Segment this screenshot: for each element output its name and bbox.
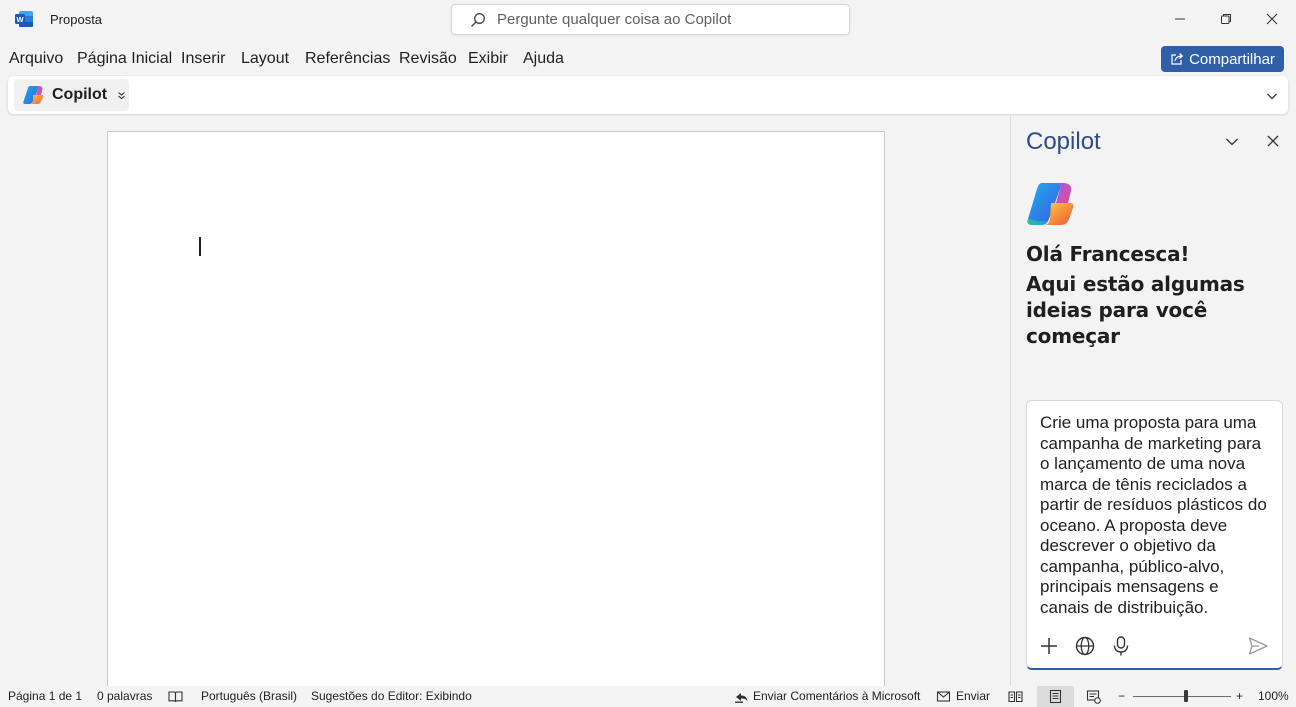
zoom-out-button[interactable]: − — [1118, 689, 1125, 703]
menu-arquivo[interactable]: Arquivo — [9, 50, 63, 68]
copilot-pane-title: Copilot — [1026, 128, 1101, 155]
copilot-search-box[interactable]: Pergunte qualquer coisa ao Copilot — [451, 4, 850, 35]
menu-inserir[interactable]: Inserir — [181, 50, 225, 68]
proofing-book-icon[interactable] — [168, 689, 183, 704]
zoom-level[interactable]: 100% — [1258, 689, 1289, 703]
menu-bar: Arquivo Página Inicial Inserir Layout Re… — [0, 44, 1296, 74]
ribbon-copilot-label: Copilot — [52, 86, 108, 103]
feedback-link[interactable]: Enviar Comentários à Microsoft — [753, 689, 920, 703]
ribbon-expand-chevron-icon[interactable] — [1266, 90, 1278, 102]
intro-heading: Aqui estão algumas ideias para você come… — [1026, 272, 1245, 348]
restore-button[interactable] — [1203, 0, 1249, 38]
prompt-text[interactable]: Crie uma proposta para uma campanha de m… — [1040, 413, 1272, 618]
document-title: Proposta — [50, 12, 103, 27]
ribbon-copilot-button[interactable]: Copilot — [14, 79, 129, 111]
document-page[interactable] — [107, 131, 885, 686]
read-mode-icon[interactable] — [1008, 689, 1023, 704]
send-link[interactable]: Enviar — [956, 689, 990, 703]
prompt-suggestion-card[interactable]: Crie uma proposta para uma campanha de m… — [1026, 400, 1283, 670]
send-icon[interactable] — [1247, 635, 1269, 657]
menu-pagina-inicial[interactable]: Página Inicial — [77, 50, 172, 68]
menu-exibir[interactable]: Exibir — [468, 50, 508, 68]
close-window-button[interactable] — [1249, 0, 1295, 38]
microphone-icon[interactable] — [1110, 635, 1132, 657]
share-label: Compartilhar — [1189, 50, 1275, 68]
search-placeholder: Pergunte qualquer coisa ao Copilot — [497, 11, 732, 28]
share-button[interactable]: Compartilhar — [1161, 46, 1284, 72]
globe-icon[interactable] — [1074, 635, 1096, 657]
zoom-in-button[interactable]: + — [1236, 689, 1243, 703]
web-layout-icon[interactable] — [1086, 689, 1101, 704]
word-app-icon[interactable]: W — [15, 11, 33, 27]
zoom-slider-track[interactable] — [1133, 696, 1231, 697]
zoom-slider-thumb[interactable] — [1184, 690, 1188, 702]
chevron-down-icon[interactable] — [1225, 135, 1239, 149]
copilot-logo-icon — [23, 86, 44, 104]
editor-suggestions-status[interactable]: Sugestões do Editor: Exibindo — [311, 689, 472, 703]
chevron-double-down-icon — [118, 91, 125, 99]
search-icon — [471, 12, 485, 27]
send-feedback-icon — [936, 691, 951, 702]
menu-ajuda[interactable]: Ajuda — [523, 50, 564, 68]
close-pane-icon[interactable] — [1267, 135, 1279, 147]
document-canvas — [0, 116, 1010, 686]
language-status[interactable]: Português (Brasil) — [201, 689, 297, 703]
minimize-icon — [1175, 18, 1185, 20]
minimize-button[interactable] — [1157, 0, 1203, 38]
share-icon — [1171, 53, 1184, 65]
menu-referencias[interactable]: Referências — [305, 50, 390, 68]
feedback-icon — [735, 693, 748, 703]
ribbon: Copilot — [8, 76, 1288, 114]
page-count[interactable]: Página 1 de 1 — [8, 689, 82, 703]
plus-icon[interactable] — [1038, 635, 1060, 657]
copilot-logo-icon — [1027, 183, 1074, 225]
restore-icon — [1221, 14, 1231, 24]
menu-layout[interactable]: Layout — [241, 50, 289, 68]
menu-revisao[interactable]: Revisão — [399, 50, 457, 68]
close-icon — [1266, 13, 1278, 25]
word-count[interactable]: 0 palavras — [97, 689, 152, 703]
svg-text:W: W — [16, 15, 24, 24]
print-layout-icon[interactable] — [1048, 689, 1063, 704]
copilot-pane: Copilot Olá Francesca! Aqui estão alguma… — [1010, 116, 1296, 686]
greeting-heading: Olá Francesca! — [1026, 242, 1190, 266]
text-cursor — [199, 237, 201, 256]
status-bar: Página 1 de 1 0 palavras Português (Bras… — [0, 686, 1296, 707]
title-bar: W Proposta Pergunte qualquer coisa ao Co… — [0, 0, 1296, 40]
